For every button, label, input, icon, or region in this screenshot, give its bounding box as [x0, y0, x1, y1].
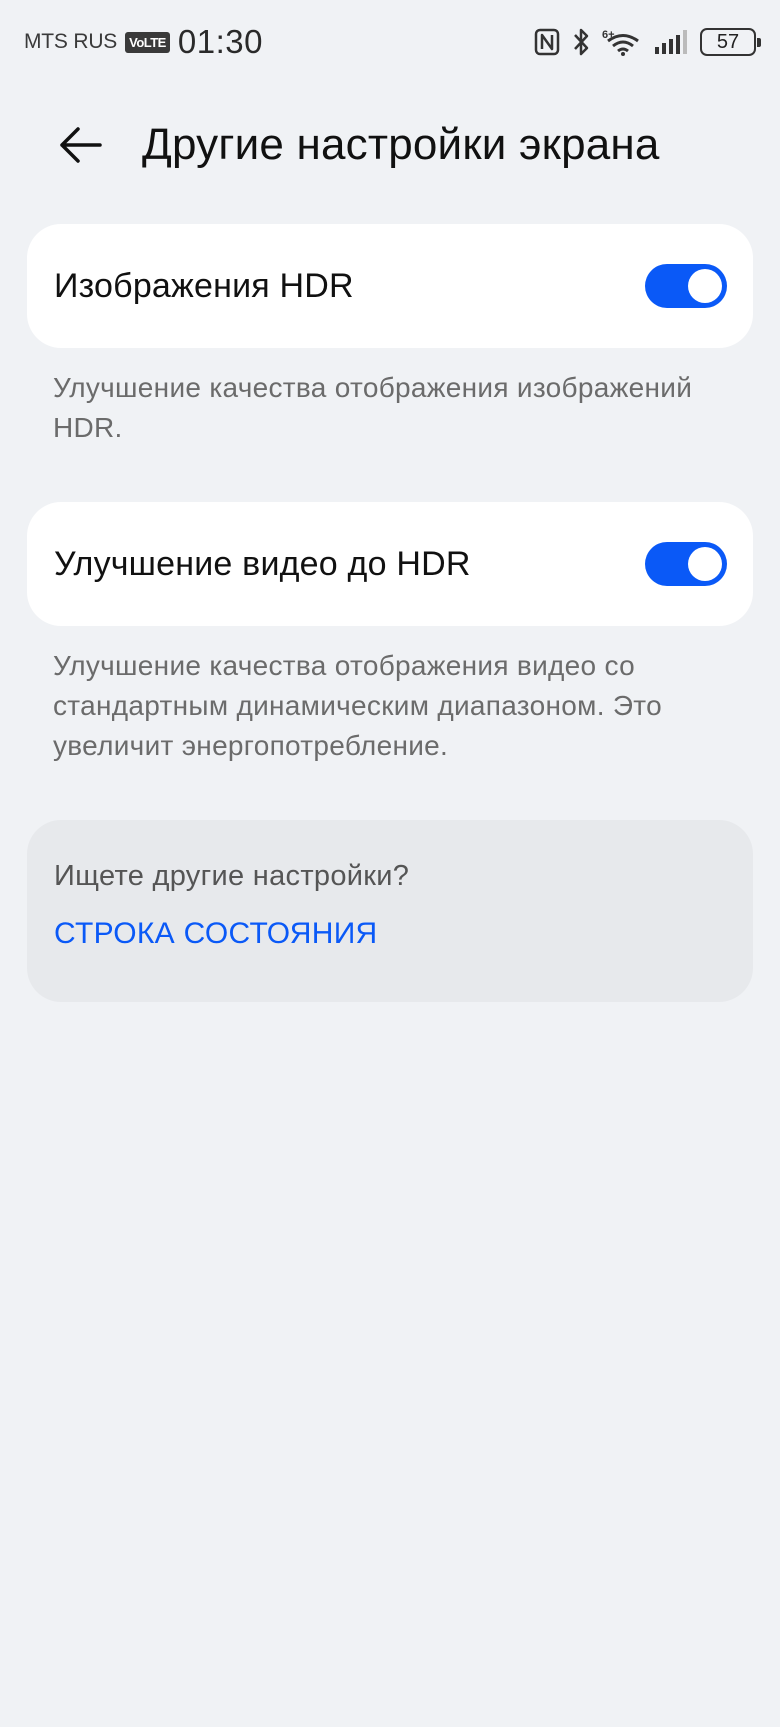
video-hdr-toggle[interactable]	[645, 542, 727, 586]
status-bar: MTS RUS VoLTE 01:30 6+ 57	[0, 0, 780, 84]
hdr-images-toggle[interactable]	[645, 264, 727, 308]
volte-badge: VoLTE	[125, 31, 170, 53]
setting-description: Улучшение качества отображения видео со …	[53, 650, 662, 761]
back-button[interactable]	[50, 115, 110, 175]
carrier-name: MTS RUS	[24, 30, 118, 53]
wifi-6-icon: 6+	[602, 27, 642, 57]
setting-hdr-images[interactable]: Изображения HDR	[27, 224, 753, 348]
setting-video-hdr[interactable]: Улучшение видео до HDR	[27, 502, 753, 626]
toggle-knob	[688, 269, 722, 303]
nfc-icon	[534, 28, 560, 56]
page-title: Другие настройки экрана	[142, 120, 660, 169]
setting-label: Улучшение видео до HDR	[54, 544, 471, 583]
setting-description: Улучшение качества отображения изображен…	[53, 372, 693, 443]
status-left: MTS RUS VoLTE 01:30	[24, 23, 263, 61]
status-bar-settings-link[interactable]: СТРОКА СОСТОЯНИЯ	[54, 917, 378, 951]
bluetooth-icon	[572, 27, 590, 57]
page-header: Другие настройки экрана	[0, 100, 780, 190]
setting-label: Изображения HDR	[54, 266, 354, 305]
other-settings-hint: Ищете другие настройки? СТРОКА СОСТОЯНИЯ	[27, 820, 753, 1002]
toggle-knob	[688, 547, 722, 581]
signal-icon	[654, 29, 688, 55]
status-right: 6+ 57	[534, 27, 761, 57]
clock: 01:30	[177, 23, 263, 60]
arrow-left-icon	[60, 127, 102, 163]
hint-text: Ищете другие настройки?	[54, 860, 410, 892]
battery-indicator: 57	[700, 28, 761, 56]
